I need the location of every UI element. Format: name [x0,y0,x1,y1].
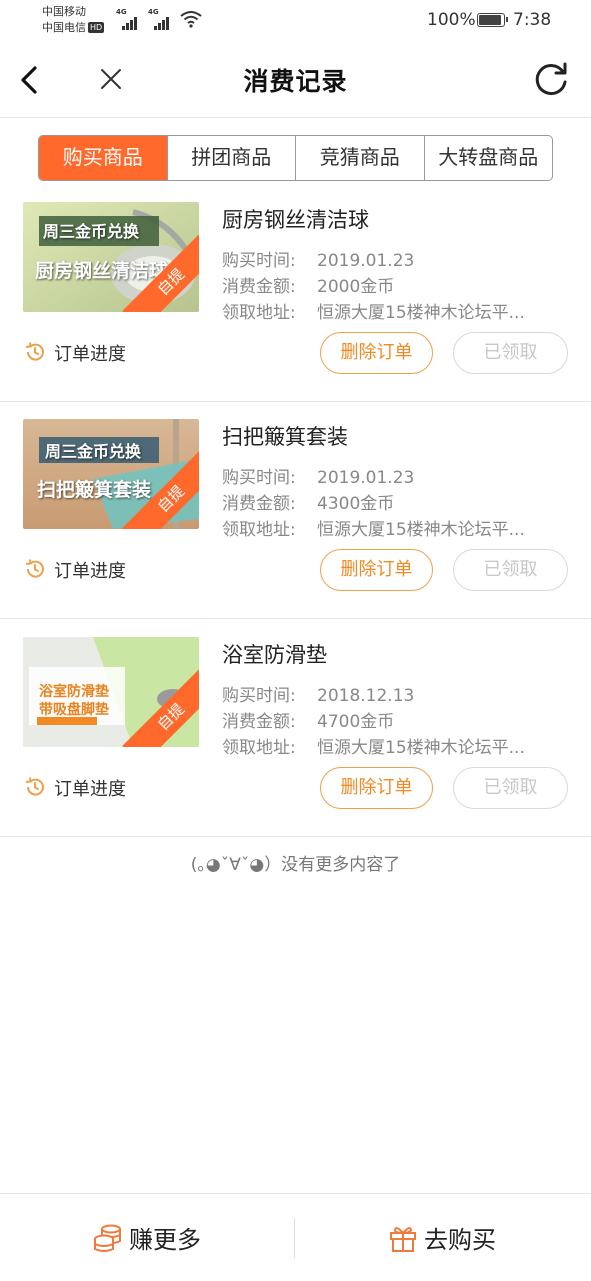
wifi-icon [180,11,202,28]
thumb-caption-main: 厨房钢丝清洁球 [35,260,169,282]
delete-order-button[interactable]: 删除订单 [320,767,433,809]
hd-badge: HD [88,22,105,33]
product-title: 扫把簸箕套装 [222,425,348,449]
coins-icon [94,1224,121,1252]
tab-guess[interactable]: 竞猜商品 [295,136,424,180]
refresh-icon[interactable] [532,60,570,98]
divider [294,1218,295,1258]
purchase-time: 购买时间: 2019.01.23 [222,468,415,488]
carrier-info: 中国移动 中国电信 HD [42,4,105,36]
tab-purchase[interactable]: 购买商品 [39,136,167,180]
thumb-caption-top: 周三金币兑换 [43,222,140,241]
pickup-address: 领取地址: 恒源大厦15楼神木论坛平... [222,520,525,540]
carrier-2: 中国电信 [42,21,86,34]
page-title: 消费记录 [243,67,348,96]
received-button[interactable]: 已领取 [453,332,568,374]
tab-wheel[interactable]: 大转盘商品 [423,136,553,180]
pickup-address: 领取地址: 恒源大厦15楼神木论坛平... [222,738,525,758]
received-button[interactable]: 已领取 [453,767,568,809]
product-title: 厨房钢丝清洁球 [222,208,369,232]
purchase-time: 购买时间: 2019.01.23 [222,251,415,271]
order-card: 周三金币兑换 扫把簸箕套装 自提 扫把簸箕套装 购买时间: 2019.01.23 … [0,401,591,619]
delete-order-button[interactable]: 删除订单 [320,549,433,591]
tab-group-buy[interactable]: 拼团商品 [166,136,296,180]
spend-amount: 消费金额: 2000金币 [222,277,395,297]
product-image[interactable]: 周三金币兑换 厨房钢丝清洁球 自提 [23,202,199,312]
carrier-1: 中国移动 [42,5,86,18]
order-card: 浴室防滑垫 带吸盘脚垫 自提 浴室防滑垫 购买时间: 2018.12.13 消费金… [0,619,591,837]
thumb-caption-top: 浴室防滑垫 [39,684,109,700]
purchase-time: 购买时间: 2018.12.13 [222,686,415,706]
received-button[interactable]: 已领取 [453,549,568,591]
battery-icon [477,13,508,27]
spend-amount: 消费金额: 4300金币 [222,494,395,514]
nav-bar: 消费记录 [0,44,591,118]
go-buy-button[interactable]: 去购买 [388,1194,496,1281]
history-clock-icon [25,559,44,578]
earn-more-button[interactable]: 赚更多 [93,1194,201,1281]
spend-amount: 消费金额: 4700金币 [222,712,395,732]
battery-percent: 100% [427,10,476,30]
order-card: 周三金币兑换 厨房钢丝清洁球 自提 厨房钢丝清洁球 购买时间: 2019.01.2… [0,184,591,402]
earn-more-label: 赚更多 [129,1226,201,1254]
product-image[interactable]: 浴室防滑垫 带吸盘脚垫 自提 [23,637,199,747]
bottom-bar: 赚更多 去购买 [0,1193,591,1280]
go-buy-label: 去购买 [424,1226,496,1254]
history-clock-icon [25,777,44,796]
status-bar: 中国移动 中国电信 HD 4G 4G 100% 7:38 [42,4,552,36]
delete-order-button[interactable]: 删除订单 [320,332,433,374]
gift-icon [390,1226,416,1252]
thumb-caption-main: 带吸盘脚垫 [39,702,109,718]
product-image[interactable]: 周三金币兑换 扫把簸箕套装 自提 [23,419,199,529]
no-more-content-text: (｡◕ˇ∀ˇ◕）没有更多内容了 [190,855,401,875]
thumb-caption-top: 周三金币兑换 [45,442,142,461]
product-title: 浴室防滑垫 [222,643,327,667]
pickup-address: 领取地址: 恒源大厦15楼神木论坛平... [222,303,525,323]
clock: 7:38 [513,10,552,30]
category-tabs: 购买商品 拼团商品 竞猜商品 大转盘商品 [38,135,553,181]
history-clock-icon [25,342,44,361]
thumb-caption-main: 扫把簸箕套装 [37,479,152,501]
